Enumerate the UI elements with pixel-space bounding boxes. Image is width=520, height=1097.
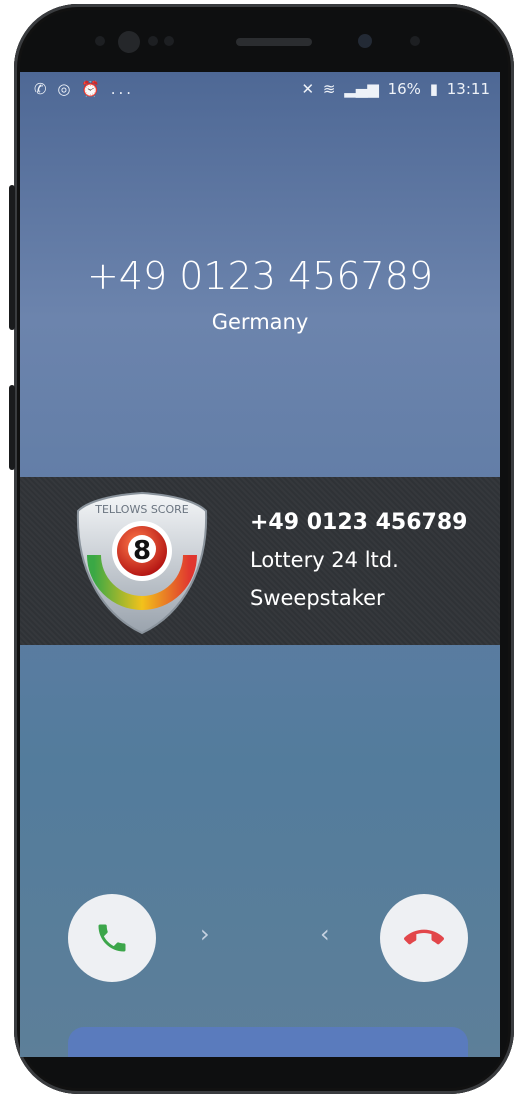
sensor-dot <box>410 36 420 46</box>
chevron-right-icon: › <box>200 920 210 948</box>
incoming-call-screen: ✆ ◎ ⏰ ... ✕ ≋ ▂▄▆ 16% ▮ 13:11 +49 0123 4… <box>20 72 500 1057</box>
bottom-quick-reply-card[interactable] <box>68 1027 468 1057</box>
status-right-icons: ✕ ≋ ▂▄▆ 16% ▮ 13:11 <box>297 80 490 98</box>
answer-call-button[interactable] <box>68 894 156 982</box>
tellows-number: +49 0123 456789 <box>250 510 468 535</box>
sensor-dot <box>95 36 105 46</box>
clock-time: 13:11 <box>446 80 490 98</box>
bixby-button <box>9 385 15 470</box>
status-left-icons: ✆ ◎ ⏰ ... <box>34 80 134 98</box>
sensor-dot <box>164 36 174 46</box>
wifi-icon: ≋ <box>322 80 336 98</box>
caller-category: Sweepstaker <box>250 586 385 610</box>
phone-icon: ✆ <box>34 80 50 98</box>
caller-name: Lottery 24 ltd. <box>250 548 399 572</box>
iris-sensor <box>118 31 140 53</box>
caller-number: +49 0123 456789 <box>86 254 434 298</box>
phone-answer-icon <box>98 924 126 952</box>
caller-country: Germany <box>211 310 309 334</box>
tellows-score-badge: TELLOWS SCORE 8 <box>76 491 208 635</box>
sensor-dot <box>148 36 158 46</box>
score-value: 8 <box>133 536 151 566</box>
badge-label: TELLOWS SCORE <box>94 503 189 516</box>
clock-icon: ⏰ <box>81 80 103 98</box>
tellows-banner: TELLOWS SCORE 8 +49 0123 456789 Lottery … <box>20 477 500 645</box>
decline-call-button[interactable] <box>380 894 468 982</box>
volume-button <box>9 185 15 330</box>
status-bar: ✆ ◎ ⏰ ... ✕ ≋ ▂▄▆ 16% ▮ 13:11 <box>20 72 500 106</box>
signal-icon: ▂▄▆ <box>344 80 379 98</box>
more-notifications: ... <box>110 80 135 98</box>
earpiece-speaker <box>236 38 312 46</box>
battery-percent: 16% <box>387 80 421 98</box>
front-camera <box>358 34 372 48</box>
mute-icon: ✕ <box>301 80 315 98</box>
top-bezel <box>40 14 480 72</box>
alarm-icon: ◎ <box>57 80 74 98</box>
tellows-info: +49 0123 456789 Lottery 24 ltd. Sweepsta… <box>250 505 467 617</box>
battery-icon: ▮ <box>429 80 438 98</box>
phone-decline-icon <box>404 929 444 945</box>
chevron-left-icon: ‹ <box>320 920 330 948</box>
